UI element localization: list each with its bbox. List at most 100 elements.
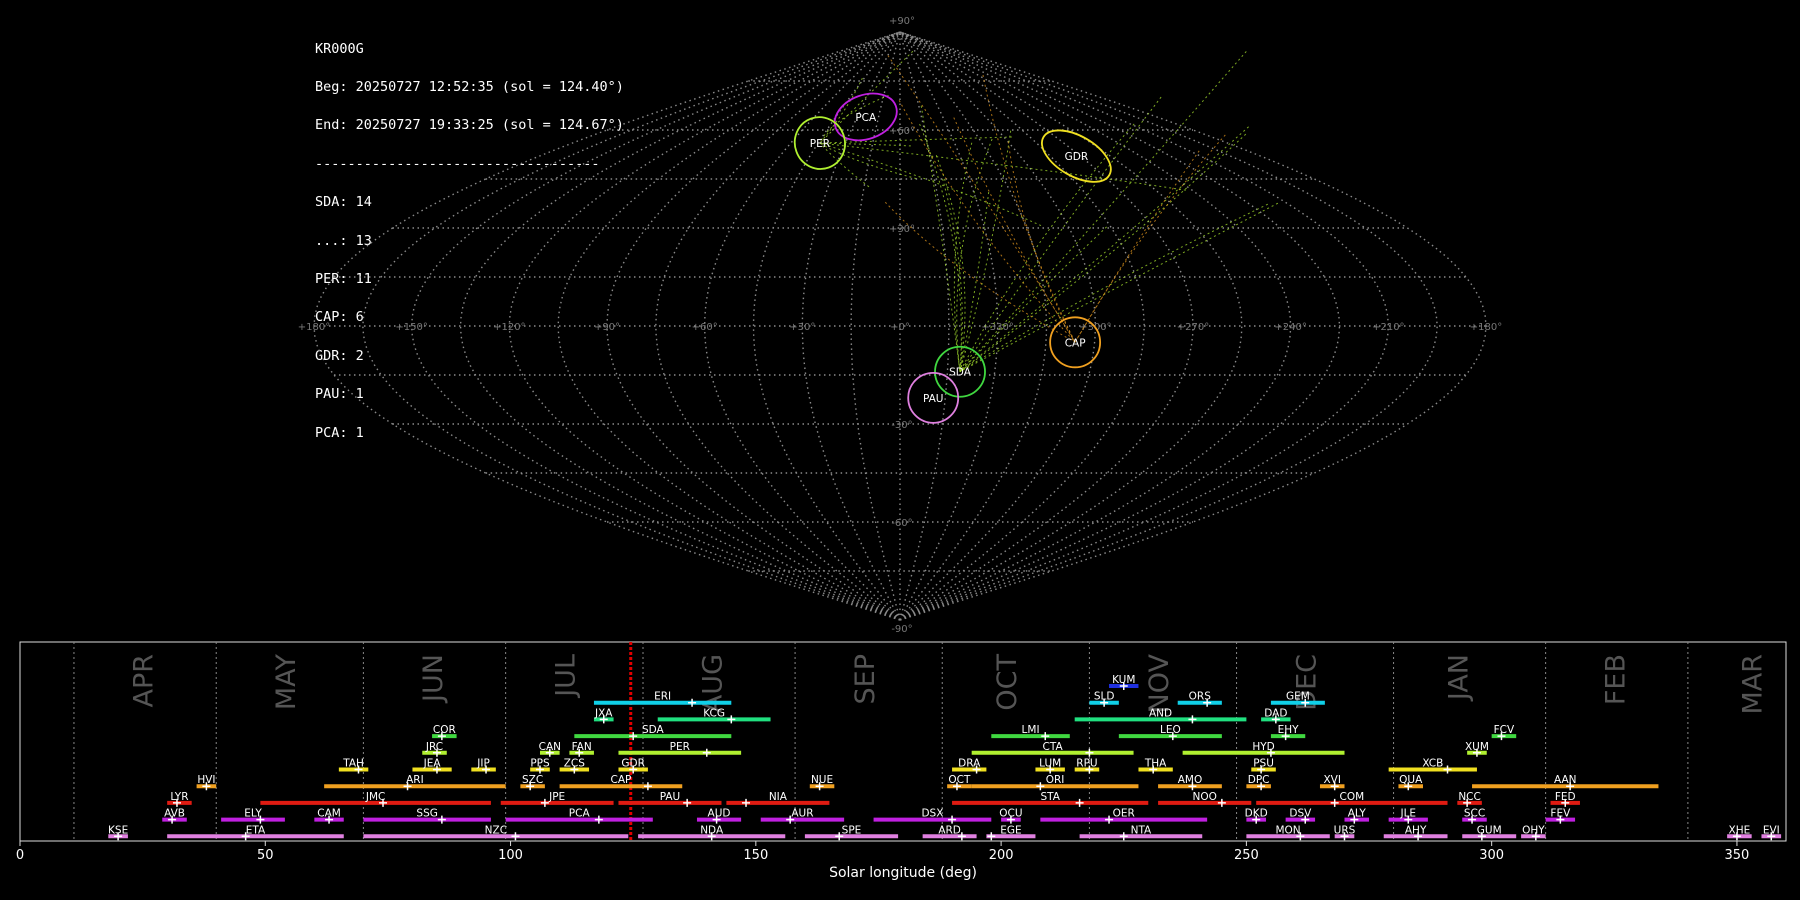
shower-label-kse: KSE (108, 824, 128, 836)
shower-label-hvi: HVI (197, 774, 215, 786)
lat-tick-label: +30° (889, 224, 915, 235)
shower-label-dsv: DSV (1289, 808, 1312, 820)
shower-label-leo: LEO (1160, 724, 1181, 736)
shower-label-xcb: XCB (1422, 758, 1443, 770)
month-label: SEP (850, 654, 881, 704)
x-tick-label: 200 (989, 848, 1014, 863)
shower-label-sda: SDA (642, 724, 665, 736)
shower-label-fed: FED (1555, 791, 1576, 803)
shower-label-pau: PAU (660, 791, 681, 803)
shower-label-lyr: LYR (170, 791, 188, 803)
shower-label-nta: NTA (1131, 824, 1152, 836)
shower-label-mon: MON (1275, 824, 1300, 836)
shower-label-jxa: JXA (594, 707, 613, 719)
x-tick-label: 250 (1234, 848, 1259, 863)
shower-label-cam: CAM (317, 808, 341, 820)
x-tick-label: 350 (1725, 848, 1750, 863)
x-tick-label: 100 (498, 848, 523, 863)
lat-tick-label: +90° (889, 16, 915, 27)
lat-tick-label: -30° (891, 420, 912, 431)
shower-label-and: AND (1149, 707, 1172, 719)
shower-label-sld: SLD (1094, 691, 1115, 703)
shower-label-noo: NOO (1192, 791, 1216, 803)
radiant-label-pca: PCA (855, 112, 877, 124)
shower-label-dsx: DSX (921, 808, 943, 820)
meteor-trail (920, 105, 961, 372)
shower-label-can: CAN (539, 741, 561, 753)
shower-label-psu: PSU (1253, 758, 1274, 770)
meteor-trail (1007, 141, 1076, 343)
shower-label-tha: THA (1144, 758, 1167, 770)
month-label: JAN (1443, 654, 1474, 702)
lon-tick-label: +30° (789, 322, 815, 333)
lon-tick-label: +150° (395, 322, 427, 333)
meteor-trail (959, 133, 1247, 373)
shower-label-qua: QUA (1399, 774, 1423, 786)
shower-label-ahy: AHY (1405, 824, 1427, 836)
shower-label-ocu: OCU (999, 808, 1022, 820)
radiant-label-sda: SDA (949, 367, 972, 379)
shower-label-fcv: FCV (1494, 724, 1515, 736)
shower-label-scc: SCC (1464, 808, 1485, 820)
shower-label-jmc: JMC (365, 791, 386, 803)
lat-tick-label: +60° (889, 126, 915, 137)
shower-label-gdr: GDR (621, 758, 645, 770)
shower-label-lmi: LMI (1022, 724, 1040, 736)
meteor-trail (953, 117, 1076, 343)
shower-label-oer: OER (1113, 808, 1135, 820)
radiant-label-gdr: GDR (1065, 151, 1089, 163)
shower-label-aly: ALY (1348, 808, 1367, 820)
lon-tick-label: +120° (493, 322, 525, 333)
shower-label-nzc: NZC (485, 824, 507, 836)
shower-label-pca: PCA (569, 808, 591, 820)
x-tick-label: 300 (1479, 848, 1504, 863)
shower-label-eta: ETA (246, 824, 266, 836)
lon-tick-label: +270° (1177, 322, 1209, 333)
shower-label-ari: ARI (406, 774, 424, 786)
lon-tick-label: +330° (981, 322, 1013, 333)
shower-label-ors: ORS (1189, 691, 1212, 703)
shower-label-jle: JLE (1399, 808, 1416, 820)
shower-label-avb: AVB (164, 808, 185, 820)
shower-label-jrc: JRC (425, 741, 443, 753)
x-tick-label: 0 (16, 848, 24, 863)
shower-label-rpu: RPU (1076, 758, 1097, 770)
meteor-trail (887, 55, 1076, 343)
shower-label-dpc: DPC (1248, 774, 1270, 786)
shower-label-dkd: DKD (1245, 808, 1268, 820)
shower-label-ely: ELY (244, 808, 262, 820)
shower-timeline: APR MAY JUN JUL AUG SEP OCT NOV DEC JAN FEB MARKUME… (16, 641, 1787, 881)
lon-tick-label: +0° (890, 322, 910, 333)
shower-label-ehy: EHY (1278, 724, 1300, 736)
lon-tick-label: +90° (594, 322, 620, 333)
shower-label-per: PER (670, 741, 690, 753)
meteor-trail (1074, 134, 1226, 343)
meteor-trail (956, 138, 993, 372)
shower-label-tah: TAH (342, 758, 364, 770)
radiant-label-cap: CAP (1065, 337, 1086, 349)
shower-label-spe: SPE (842, 824, 862, 836)
shower-label-aur: AUR (791, 808, 813, 820)
meteor-trail (959, 126, 1249, 373)
shower-label-ssg: SSG (416, 808, 437, 820)
lat-tick-label: -60° (891, 518, 912, 529)
shower-label-cta: CTA (1043, 741, 1064, 753)
lon-tick-label: +240° (1274, 322, 1306, 333)
shower-label-jea: JEA (423, 758, 442, 770)
month-label: MAR (1738, 654, 1769, 715)
x-axis-label: Solar longitude (deg) (829, 865, 977, 881)
radiant-label-per: PER (810, 138, 830, 150)
shower-label-gem: GEM (1286, 691, 1310, 703)
shower-label-ohy: OHY (1522, 824, 1545, 836)
shower-label-ege: EGE (1000, 824, 1021, 836)
shower-label-eri: ERI (654, 691, 671, 703)
lon-tick-label: +60° (692, 322, 718, 333)
shower-label-lum: LUM (1039, 758, 1061, 770)
month-label: FEB (1600, 654, 1631, 705)
shower-label-ncc: NCC (1458, 791, 1481, 803)
shower-label-szc: SZC (522, 774, 543, 786)
meteor-trail (819, 136, 1012, 144)
sky-map: +180° +150° +120° +90° +60° +30° +0° +330° +300°… (298, 16, 1502, 635)
shower-label-evi: EVI (1763, 824, 1780, 836)
shower-label-kum: KUM (1112, 674, 1135, 686)
